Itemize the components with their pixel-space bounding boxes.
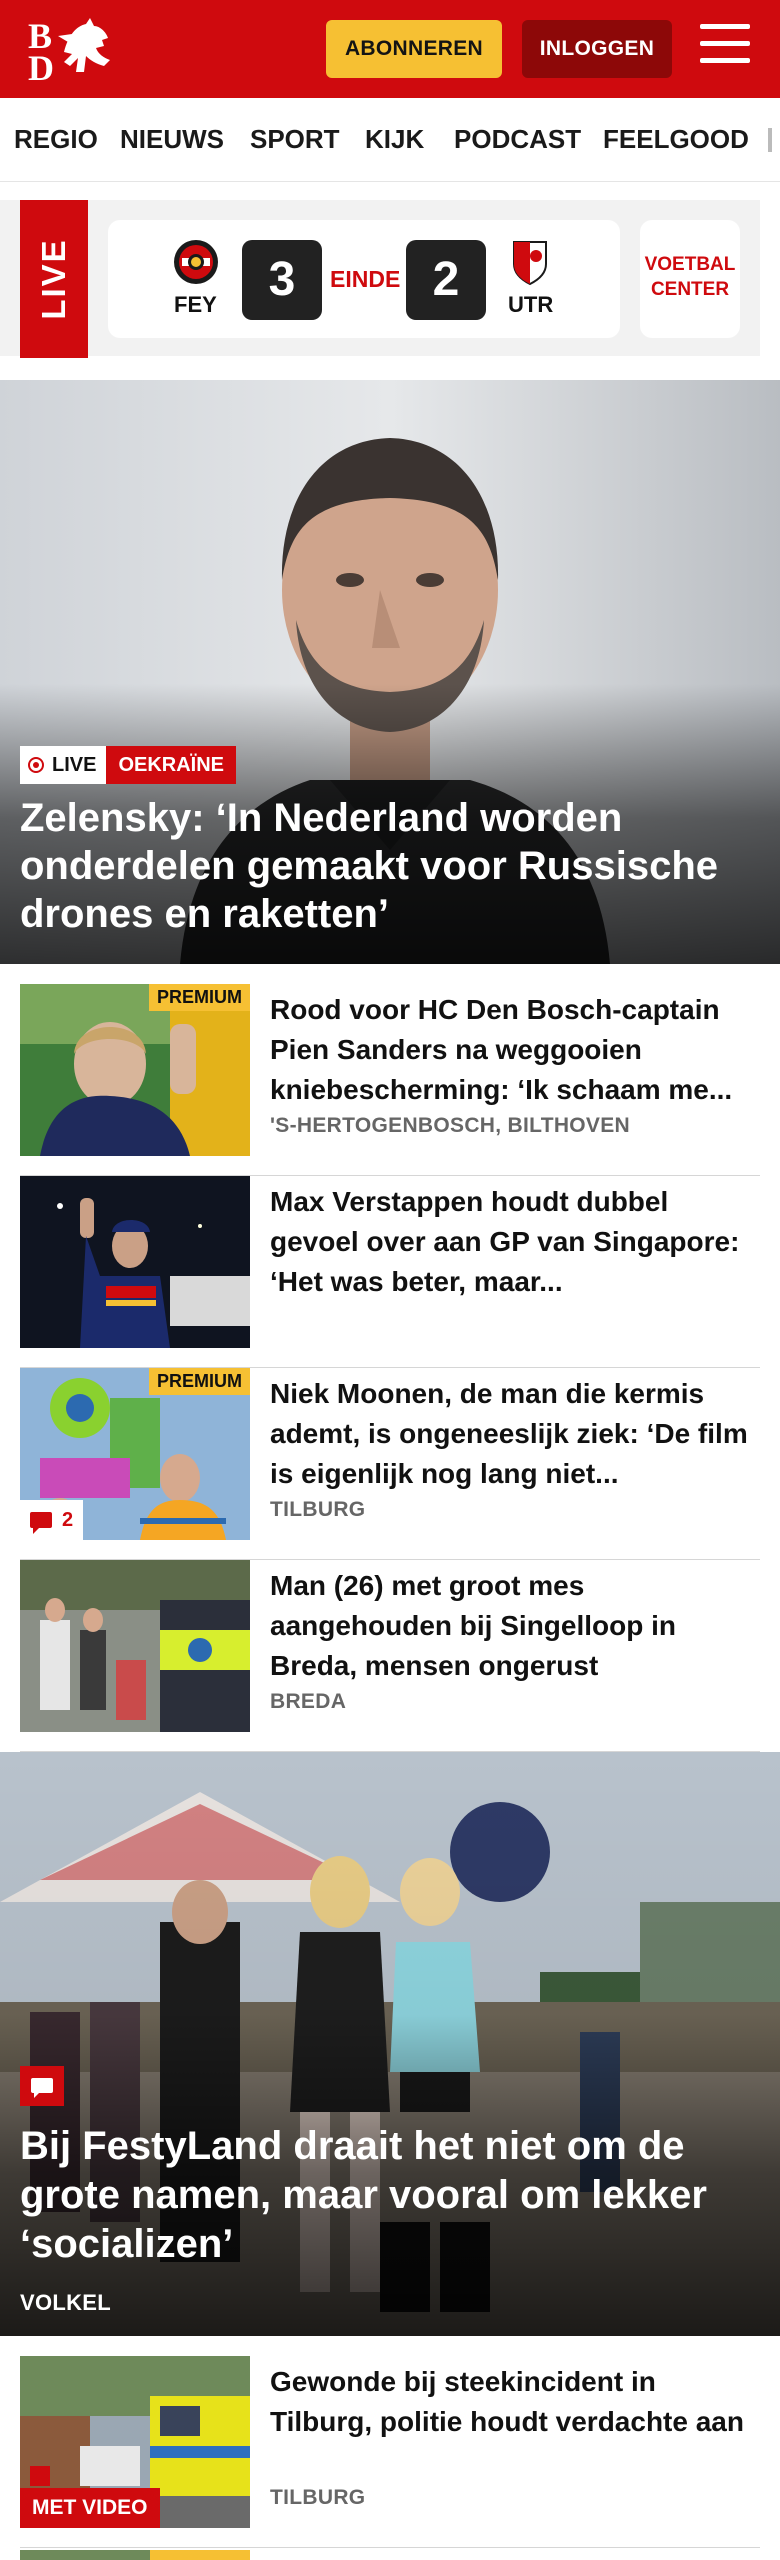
nav-overflow-hint (768, 128, 772, 152)
category-tag[interactable]: OEKRAÏNE (106, 746, 237, 784)
article-thumbnail (20, 1176, 250, 1348)
article-list-item[interactable]: MET VIDEO Gewonde bij steekincident in T… (20, 2356, 760, 2548)
home-score: 3 (242, 240, 322, 320)
feature-headline[interactable]: Bij FestyLand draait het niet om de grot… (20, 2122, 760, 2269)
home-team-code: FEY (174, 292, 217, 317)
hamburger-menu-icon[interactable] (700, 24, 752, 74)
svg-text:D: D (28, 48, 54, 84)
video-badge: MET VIDEO (20, 2488, 160, 2528)
away-score: 2 (406, 240, 486, 320)
nav-item-feelgood[interactable]: FEELGOOD (603, 124, 749, 155)
nav-item-nieuws[interactable]: NIEUWS (120, 124, 224, 155)
comment-icon (30, 1512, 52, 1534)
nav-item-regio[interactable]: REGIO (14, 124, 98, 155)
hero-tags: LIVE OEKRAÏNE (20, 746, 237, 784)
subscribe-button[interactable]: ABONNEREN (326, 20, 502, 78)
fc-utrecht-crest-icon (513, 241, 547, 286)
article-thumbnail: PREMIUM 2 (20, 1368, 250, 1540)
article-list-item[interactable]: PREMIUM Rood voor HC Den Bosch-captain P… (20, 984, 760, 1176)
match-status: EINDE (330, 266, 401, 292)
next-premium-badge-peek (150, 2550, 250, 2560)
section-nav: REGIO NIEUWS SPORT KIJK PODCAST FEELGOOD (0, 98, 780, 182)
nav-item-podcast[interactable]: PODCAST (454, 124, 581, 155)
article-thumbnail: MET VIDEO (20, 2356, 250, 2528)
voetbal-center-line2: CENTER (650, 279, 730, 300)
top-bar: B D ABONNEREN INLOGGEN (0, 0, 780, 98)
nav-item-kijk[interactable]: KIJK (365, 124, 424, 155)
hero-headline[interactable]: Zelensky: ‘In Nederland worden onderdele… (20, 794, 760, 938)
premium-badge: PREMIUM (149, 984, 250, 1011)
live-dot-icon (28, 757, 44, 773)
premium-badge: PREMIUM (149, 1368, 250, 1395)
article-location: TILBURG (270, 2486, 366, 2509)
article-location: BREDA (270, 1690, 347, 1713)
feyenoord-crest-icon (174, 240, 218, 284)
live-tag: LIVE (20, 746, 107, 784)
comment-icon[interactable] (20, 2066, 64, 2106)
feature-location: VOLKEL (20, 2290, 112, 2315)
bd-logo[interactable]: B D (24, 14, 116, 88)
article-location: TILBURG (270, 1498, 366, 1521)
comment-count-badge[interactable]: 2 (20, 1500, 84, 1540)
article-title[interactable]: Gewonde bij steekincident in Tilburg, po… (270, 2362, 760, 2442)
article-title[interactable]: Man (26) met groot mes aangehouden bij S… (270, 1566, 760, 1686)
login-button[interactable]: INLOGGEN (522, 20, 672, 78)
article-list-item[interactable]: Max Verstappen houdt dubbel gevoel over … (20, 1176, 760, 1368)
article-list-item[interactable]: Man (26) met groot mes aangehouden bij S… (20, 1560, 760, 1752)
article-title[interactable]: Rood voor HC Den Bosch-captain Pien Sand… (270, 990, 760, 1110)
article-thumbnail: PREMIUM (20, 984, 250, 1156)
voetbal-center-line1: VOETBAL (644, 254, 736, 275)
article-title[interactable]: Niek Moonen, de man die kermis ademt, is… (270, 1374, 760, 1494)
article-thumbnail (20, 1560, 250, 1732)
nav-item-sport[interactable]: SPORT (250, 124, 340, 155)
live-label: LIVE (20, 200, 88, 358)
article-location: 'S-HERTOGENBOSCH, BILTHOVEN (270, 1114, 631, 1137)
away-team-code: UTR (508, 292, 554, 317)
article-title[interactable]: Max Verstappen houdt dubbel gevoel over … (270, 1182, 760, 1302)
article-list-item[interactable]: PREMIUM 2 Niek Moonen, de man die kermis… (20, 1368, 760, 1560)
voetbal-center-link[interactable]: VOETBAL CENTER (640, 220, 740, 338)
